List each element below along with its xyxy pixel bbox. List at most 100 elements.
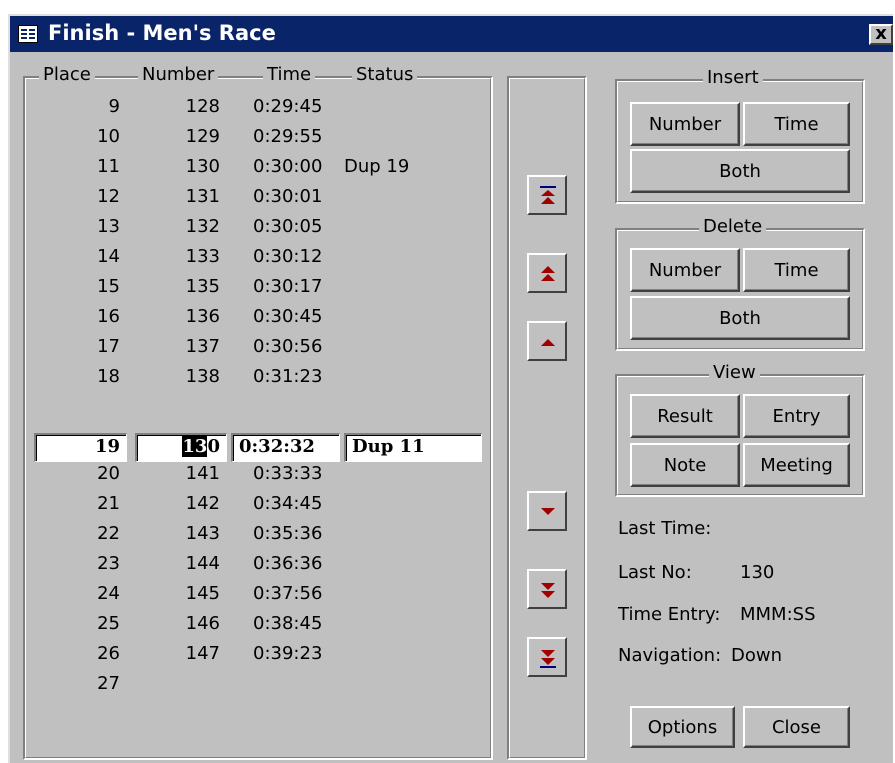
table-row[interactable]: 25 146 0:38:45 xyxy=(10,613,490,637)
navigation-value: Down xyxy=(731,645,783,666)
table-row[interactable]: 16 136 0:30:45 xyxy=(10,306,490,330)
number-header: Number xyxy=(138,64,219,86)
page-up-button[interactable] xyxy=(527,253,567,293)
table-row[interactable]: 18 138 0:31:23 xyxy=(10,366,490,390)
time-header: Time xyxy=(263,64,316,86)
page-down-button[interactable] xyxy=(527,569,567,609)
time-cell: 0:29:55 xyxy=(253,126,323,147)
table-row[interactable]: 20 141 0:33:33 xyxy=(10,463,490,487)
table-row[interactable]: 13 132 0:30:05 xyxy=(10,216,490,240)
table-row[interactable]: 12 131 0:30:01 xyxy=(10,186,490,210)
number-cell: 145 xyxy=(185,583,220,604)
number-cell: 136 xyxy=(185,306,220,327)
time-cell: 0:36:36 xyxy=(253,553,323,574)
place-cell: 17 xyxy=(97,336,120,357)
table-row[interactable]: 9 128 0:29:45 xyxy=(10,96,490,120)
page-down-icon xyxy=(541,583,555,598)
time-cell: 0:30:12 xyxy=(253,246,323,267)
options-label: Options xyxy=(647,716,718,738)
time-cell: 0:39:23 xyxy=(253,643,323,664)
last-record-button[interactable] xyxy=(527,637,567,677)
table-row[interactable]: 26 147 0:39:23 xyxy=(10,643,490,667)
next-record-icon xyxy=(541,508,555,515)
table-row[interactable]: 15 135 0:30:17 xyxy=(10,276,490,300)
close-icon: x xyxy=(875,23,887,44)
number-cell: 143 xyxy=(185,523,220,544)
place-cell: 18 xyxy=(97,366,120,387)
current-time-field[interactable]: 0:32:32 xyxy=(231,433,340,462)
view-note-button[interactable]: Note xyxy=(630,443,740,487)
first-record-icon xyxy=(540,186,556,204)
insert-time-button[interactable]: Time xyxy=(743,102,850,146)
close-button[interactable]: Close xyxy=(743,706,850,748)
insert-both-button[interactable]: Both xyxy=(630,149,850,193)
number-selection: 13 xyxy=(182,436,208,457)
number-cell: 137 xyxy=(185,336,220,357)
place-cell: 26 xyxy=(97,643,120,664)
last-time-label: Last Time: xyxy=(618,518,712,539)
close-window-button[interactable]: x xyxy=(869,24,893,45)
previous-record-button[interactable] xyxy=(527,321,567,361)
delete-number-label: Number xyxy=(648,259,722,281)
number-cell: 128 xyxy=(185,96,220,117)
delete-number-button[interactable]: Number xyxy=(630,248,740,292)
time-cell: 0:31:23 xyxy=(253,366,323,387)
number-cell: 141 xyxy=(185,463,220,484)
form-icon xyxy=(18,25,38,43)
time-cell: 0:34:45 xyxy=(253,493,323,514)
number-cell: 142 xyxy=(185,493,220,514)
number-cell: 129 xyxy=(185,126,220,147)
status-cell: Dup 19 xyxy=(344,156,410,177)
place-cell: 21 xyxy=(97,493,120,514)
insert-number-button[interactable]: Number xyxy=(630,102,740,146)
table-row[interactable]: 11 130 0:30:00 Dup 19 xyxy=(10,156,490,180)
delete-both-label: Both xyxy=(719,307,761,329)
table-row[interactable]: 10 129 0:29:55 xyxy=(10,126,490,150)
number-cell: 147 xyxy=(185,643,220,664)
last-no-value: 130 xyxy=(740,562,775,583)
current-number-field[interactable]: 130 xyxy=(135,433,227,462)
table-row[interactable]: 21 142 0:34:45 xyxy=(10,493,490,517)
time-cell: 0:30:05 xyxy=(253,216,323,237)
place-cell: 24 xyxy=(97,583,120,604)
table-row[interactable]: 14 133 0:30:12 xyxy=(10,246,490,270)
first-record-button[interactable] xyxy=(527,175,567,215)
place-cell: 11 xyxy=(97,156,120,177)
view-entry-button[interactable]: Entry xyxy=(743,394,850,438)
time-cell: 0:37:56 xyxy=(253,583,323,604)
close-label: Close xyxy=(771,716,822,738)
number-cell: 133 xyxy=(185,246,220,267)
next-record-button[interactable] xyxy=(527,491,567,531)
options-button[interactable]: Options xyxy=(630,706,735,748)
current-status-field[interactable]: Dup 11 xyxy=(344,433,482,462)
status-header: Status xyxy=(352,64,418,86)
table-row[interactable]: 24 145 0:37:56 xyxy=(10,583,490,607)
time-entry-label: Time Entry: xyxy=(618,604,721,625)
table-row[interactable]: 27 xyxy=(10,673,490,697)
time-cell: 0:29:45 xyxy=(253,96,323,117)
number-cell: 146 xyxy=(185,613,220,634)
insert-time-label: Time xyxy=(774,113,819,135)
time-entry-value: MMM:SS xyxy=(740,604,816,625)
finish-window: Finish - Men's Race x Place Number Time … xyxy=(8,14,893,763)
title-bar[interactable]: Finish - Men's Race x xyxy=(10,16,893,52)
place-cell: 25 xyxy=(97,613,120,634)
place-cell: 23 xyxy=(97,553,120,574)
current-status-value: Dup 11 xyxy=(352,436,425,457)
view-result-button[interactable]: Result xyxy=(630,394,740,438)
time-cell: 0:35:36 xyxy=(253,523,323,544)
place-cell: 10 xyxy=(97,126,120,147)
table-row[interactable]: 22 143 0:35:36 xyxy=(10,523,490,547)
place-cell: 13 xyxy=(97,216,120,237)
time-cell: 0:30:01 xyxy=(253,186,323,207)
view-note-label: Note xyxy=(663,454,707,476)
delete-both-button[interactable]: Both xyxy=(630,296,850,340)
time-cell: 0:30:17 xyxy=(253,276,323,297)
view-meeting-button[interactable]: Meeting xyxy=(743,443,850,487)
place-cell: 12 xyxy=(97,186,120,207)
delete-time-button[interactable]: Time xyxy=(743,248,850,292)
place-cell: 20 xyxy=(97,463,120,484)
current-place-field[interactable]: 19 xyxy=(34,433,127,462)
table-row[interactable]: 23 144 0:36:36 xyxy=(10,553,490,577)
table-row[interactable]: 17 137 0:30:56 xyxy=(10,336,490,360)
